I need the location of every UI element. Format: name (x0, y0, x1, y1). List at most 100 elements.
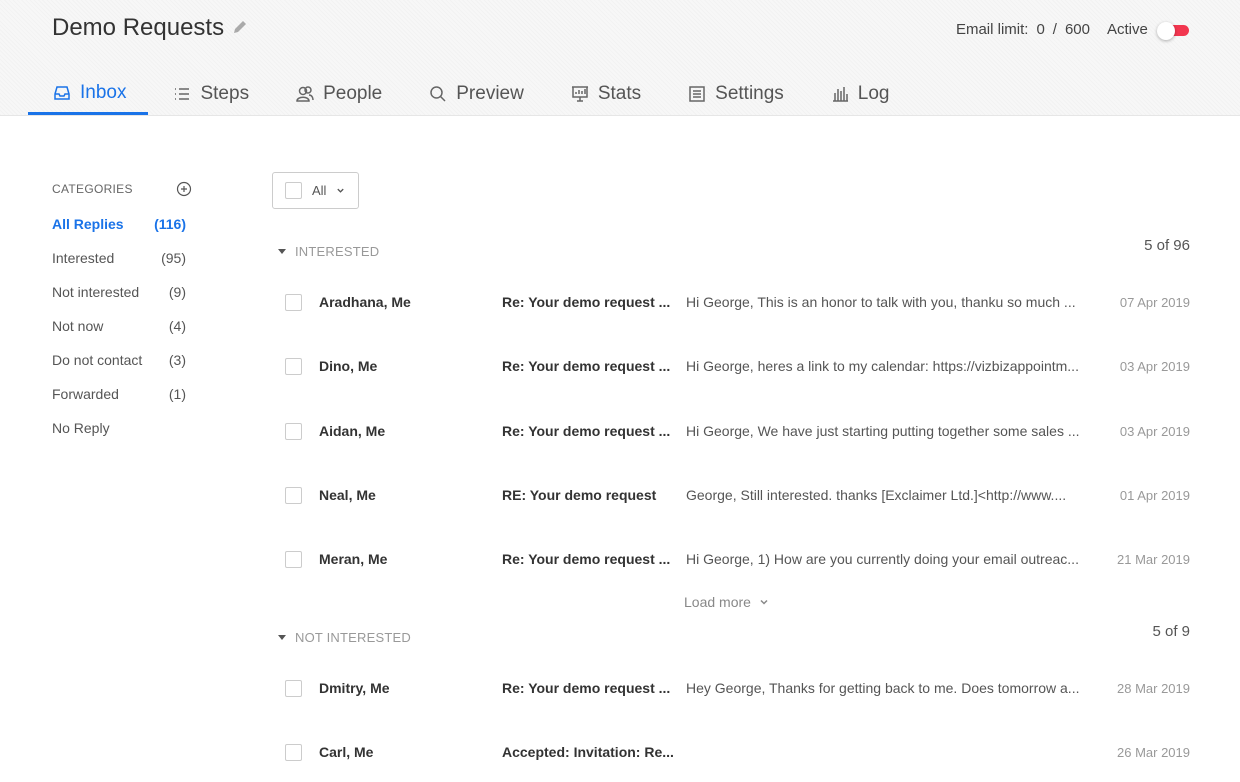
category-no-reply[interactable]: No Reply (52, 420, 186, 454)
row-checkbox[interactable] (285, 679, 302, 697)
section-header-interested[interactable]: INTERESTED (278, 244, 379, 259)
row-participants: Dino, Me (319, 358, 378, 374)
load-more-label: Load more (684, 594, 751, 610)
category-count: (116) (154, 216, 186, 232)
row-subject: Re: Your demo request ... (502, 294, 671, 310)
row-participants: Meran, Me (319, 551, 388, 567)
select-all-dropdown[interactable]: All (272, 172, 359, 209)
email-limit-used: 0 (1036, 21, 1045, 38)
add-category-plus-circle-icon[interactable] (176, 181, 192, 197)
row-subject: Re: Your demo request ... (502, 551, 671, 567)
section-count: 5 of 9 (1152, 623, 1190, 640)
row-date: 01 Apr 2019 (1119, 487, 1190, 503)
page-title-container: Demo Requests (52, 14, 248, 42)
tab-steps[interactable]: Steps (148, 76, 271, 112)
categories-heading: CATEGORIES (52, 182, 133, 196)
select-all-checkbox[interactable] (285, 182, 302, 199)
bar-chart-icon (832, 87, 848, 102)
row-date: 26 Mar 2019 (1117, 744, 1190, 760)
category-count: (9) (168, 284, 186, 300)
reply-list-panel: All INTERESTED 5 of 96 Aradhana, Me Re: … (272, 172, 1192, 761)
tab-label: Stats (597, 83, 642, 104)
category-label: Interested (52, 250, 115, 266)
settings-list-icon (689, 86, 705, 102)
presentation-icon (571, 86, 588, 102)
row-participants: Aradhana, Me (319, 294, 411, 310)
category-count: (4) (168, 318, 186, 334)
email-limit-max: 600 (1064, 21, 1090, 38)
row-snippet: Hi George, 1) How are you currently doin… (686, 551, 1079, 567)
active-label: Active (1107, 21, 1148, 38)
reply-row[interactable]: Dmitry, Me Re: Your demo request ... Hey… (272, 668, 1192, 708)
select-all-label: All (312, 183, 327, 198)
row-date: 07 Apr 2019 (1119, 294, 1190, 310)
tab-stats[interactable]: Stats (546, 76, 663, 112)
categories-sidebar: CATEGORIES All Replies (116) Interested … (52, 180, 192, 454)
tab-bar: Inbox Steps People Preview Stats Setting… (28, 76, 912, 116)
row-snippet: Hi George, We have just starting putting… (686, 423, 1080, 439)
tab-label: Inbox (80, 81, 127, 103)
row-subject: Accepted: Invitation: Re... (502, 744, 674, 760)
reply-row[interactable]: Dino, Me Re: Your demo request ... Hi Ge… (272, 346, 1192, 386)
row-checkbox[interactable] (285, 293, 302, 311)
section-title: INTERESTED (295, 244, 380, 259)
tab-preview[interactable]: Preview (404, 76, 546, 112)
row-snippet: Hey George, Thanks for getting back to m… (686, 680, 1080, 696)
row-checkbox[interactable] (285, 486, 302, 504)
reply-row[interactable]: Aradhana, Me Re: Your demo request ... H… (272, 282, 1192, 322)
row-snippet: Hi George, This is an honor to talk with… (686, 294, 1076, 310)
row-checkbox[interactable] (285, 743, 302, 761)
category-not-now[interactable]: Not now (4) (52, 318, 186, 352)
row-snippet: George, Still interested. thanks [Exclai… (686, 487, 1067, 503)
edit-title-pencil-icon[interactable] (232, 14, 248, 42)
reply-row[interactable]: Carl, Me Accepted: Invitation: Re... 26 … (272, 732, 1192, 772)
category-label: No Reply (52, 420, 110, 436)
category-forwarded[interactable]: Forwarded (1) (52, 386, 186, 420)
category-label: All Replies (52, 216, 124, 232)
row-participants: Dmitry, Me (319, 680, 390, 696)
active-toggle[interactable] (1157, 22, 1189, 40)
section-header-not-interested[interactable]: NOT INTERESTED (278, 630, 411, 645)
chevron-down-icon (760, 599, 768, 605)
category-interested[interactable]: Interested (95) (52, 250, 186, 284)
page-title: Demo Requests (52, 14, 225, 41)
email-limit: Email limit: 0 / 600 (956, 21, 1090, 38)
reply-row[interactable]: Meran, Me Re: Your demo request ... Hi G… (272, 539, 1192, 579)
inbox-icon (54, 85, 70, 100)
caret-down-icon (278, 635, 286, 640)
active-toggle-knob (1157, 22, 1175, 40)
row-date: 03 Apr 2019 (1119, 423, 1190, 439)
tab-label: Settings (715, 83, 784, 104)
people-icon (296, 86, 314, 102)
chevron-down-icon (337, 188, 345, 193)
row-checkbox[interactable] (285, 422, 302, 440)
row-date: 28 Mar 2019 (1117, 680, 1190, 696)
tab-label: Steps (200, 83, 250, 104)
tab-people[interactable]: People (271, 76, 404, 112)
section-count: 5 of 96 (1144, 237, 1190, 254)
row-date: 03 Apr 2019 (1119, 358, 1190, 374)
reply-row[interactable]: Aidan, Me Re: Your demo request ... Hi G… (272, 411, 1192, 451)
row-snippet: Hi George, heres a link to my calendar: … (686, 358, 1079, 374)
category-do-not-contact[interactable]: Do not contact (3) (52, 352, 186, 386)
row-checkbox[interactable] (285, 357, 302, 375)
caret-down-icon (278, 249, 286, 254)
category-not-interested[interactable]: Not interested (9) (52, 284, 186, 318)
category-label: Forwarded (52, 386, 119, 402)
tab-settings[interactable]: Settings (663, 76, 806, 112)
categories-header: CATEGORIES (52, 180, 192, 198)
tab-label: People (323, 83, 383, 104)
row-participants: Aidan, Me (319, 423, 386, 439)
tab-log[interactable]: Log (806, 76, 912, 112)
tab-label: Log (857, 83, 890, 104)
row-subject: Re: Your demo request ... (502, 358, 671, 374)
load-more-button[interactable]: Load more (684, 594, 769, 610)
category-all-replies[interactable]: All Replies (116) (52, 216, 186, 250)
category-count: (1) (168, 386, 186, 402)
reply-row[interactable]: Neal, Me RE: Your demo request George, S… (272, 475, 1192, 515)
category-label: Not now (52, 318, 104, 334)
row-checkbox[interactable] (285, 550, 302, 568)
tab-inbox[interactable]: Inbox (28, 76, 149, 115)
category-count: (3) (168, 352, 186, 368)
app-header: Demo Requests Email limit: 0 / 600 Activ… (0, 0, 1240, 116)
